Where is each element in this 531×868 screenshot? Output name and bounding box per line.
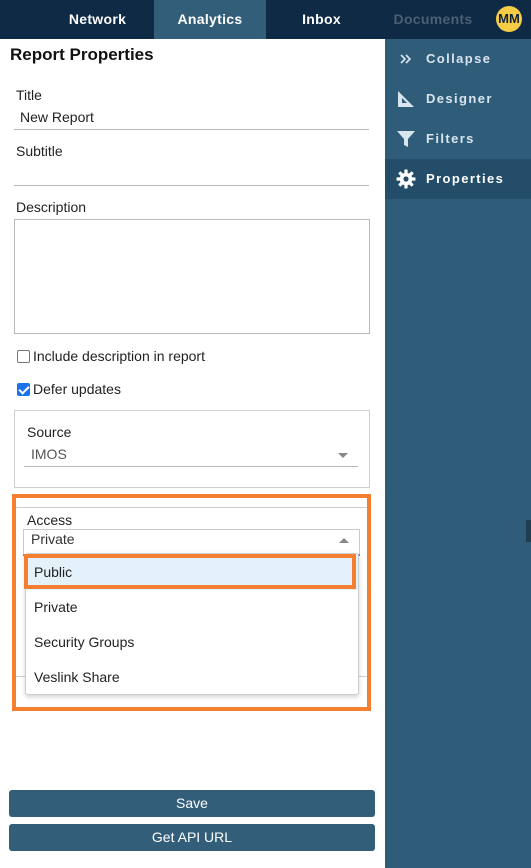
source-value: IMOS: [31, 446, 67, 462]
panel-title: Report Properties: [10, 45, 154, 64]
access-option-security-groups[interactable]: Security Groups: [26, 625, 358, 660]
source-dropdown-arrow-icon: [338, 453, 348, 458]
access-value: Private: [31, 531, 75, 547]
sidebar-item-collapse[interactable]: Collapse: [385, 39, 531, 79]
top-nav: Network Analytics Inbox Documents MM: [0, 0, 531, 39]
include-description-label: Include description in report: [33, 348, 205, 364]
right-sidebar: Collapse Designer Filters Properties: [385, 39, 531, 868]
access-label: Access: [27, 512, 73, 528]
report-properties-panel: Report Properties Title Subtitle Descrip…: [0, 39, 385, 868]
tab-analytics[interactable]: Analytics: [154, 0, 266, 39]
defer-updates-row: Defer updates: [17, 381, 121, 397]
sidebar-item-designer[interactable]: Designer: [385, 79, 531, 119]
scrollbar-thumb[interactable]: [526, 520, 531, 542]
subtitle-input[interactable]: [14, 160, 369, 186]
defer-updates-label: Defer updates: [33, 381, 121, 397]
description-textarea[interactable]: [14, 219, 370, 334]
tab-inbox[interactable]: Inbox: [266, 0, 377, 39]
access-option-private[interactable]: Private: [26, 590, 358, 625]
sidebar-item-label: Collapse: [426, 51, 492, 66]
double-chevron-right-icon: [400, 54, 412, 64]
access-option-veslink-share[interactable]: Veslink Share: [26, 660, 358, 695]
sidebar-item-label: Properties: [426, 171, 505, 186]
source-select[interactable]: IMOS: [24, 443, 358, 467]
set-square-icon: [398, 91, 414, 107]
source-label: Source: [27, 424, 72, 440]
save-button[interactable]: Save: [9, 790, 375, 817]
access-select[interactable]: Private: [23, 529, 360, 556]
description-label: Description: [16, 199, 87, 215]
sidebar-item-filters[interactable]: Filters: [385, 119, 531, 159]
access-dropdown-arrow-icon: [339, 538, 349, 543]
tab-network[interactable]: Network: [41, 0, 154, 39]
sidebar-item-label: Designer: [426, 91, 493, 106]
subtitle-label: Subtitle: [16, 143, 63, 159]
title-input[interactable]: [14, 104, 369, 130]
funnel-icon: [397, 131, 415, 147]
title-label: Title: [16, 87, 42, 103]
sidebar-item-properties[interactable]: Properties: [385, 159, 531, 199]
gear-icon: [396, 169, 416, 189]
tab-documents[interactable]: Documents: [377, 0, 489, 39]
defer-updates-checkbox[interactable]: [17, 382, 30, 396]
user-avatar[interactable]: MM: [496, 6, 522, 32]
include-description-checkbox[interactable]: [17, 349, 30, 363]
sidebar-item-label: Filters: [426, 131, 475, 146]
include-description-row: Include description in report: [17, 348, 205, 364]
access-option-public[interactable]: Public: [26, 555, 358, 590]
access-dropdown-menu: Public Private Security Groups Veslink S…: [25, 553, 359, 695]
get-api-url-button[interactable]: Get API URL: [9, 824, 375, 851]
